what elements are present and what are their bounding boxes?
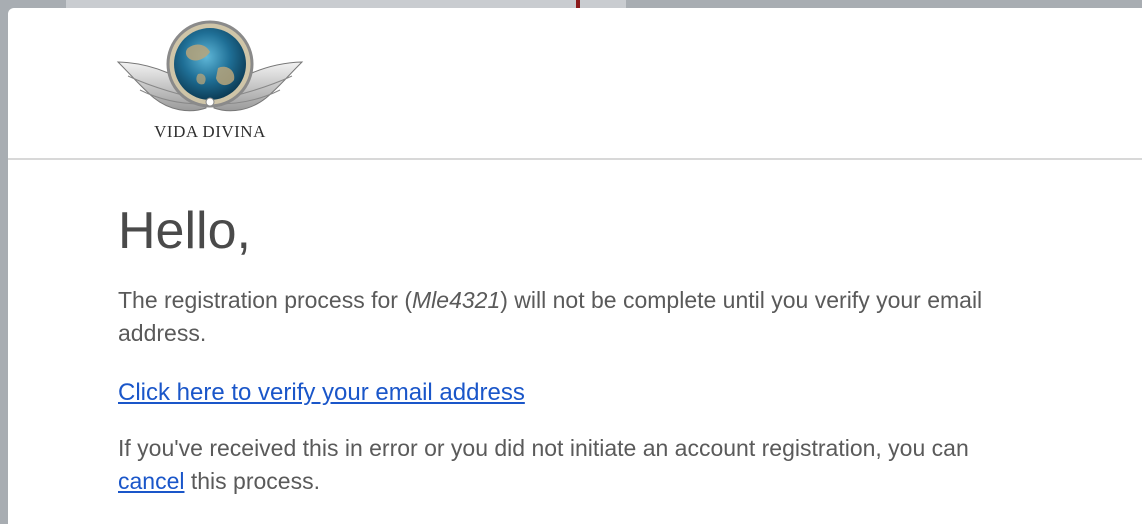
- background-accent: [576, 0, 580, 8]
- vida-divina-logo: VIDA DIVINA: [114, 18, 306, 146]
- registration-message: The registration process for (Mle4321) w…: [118, 284, 1038, 350]
- email-header: VIDA DIVINA: [8, 8, 1142, 160]
- error-text-end: this process.: [184, 468, 320, 494]
- message-text-start: The registration process for (: [118, 287, 413, 313]
- background-strip: [66, 0, 626, 8]
- logo-brand-text: VIDA DIVINA: [154, 122, 266, 141]
- error-text-start: If you've received this in error or you …: [118, 435, 969, 461]
- verify-email-link[interactable]: Click here to verify your email address: [118, 378, 525, 408]
- username: Mle4321: [412, 287, 501, 313]
- winged-globe-icon: [116, 20, 304, 112]
- greeting-heading: Hello,: [118, 202, 251, 260]
- email-card: VIDA DIVINA Hello, The registration proc…: [8, 8, 1142, 524]
- cancel-link[interactable]: cancel: [118, 468, 184, 494]
- email-body: Hello, The registration process for (Mle…: [118, 158, 1038, 498]
- error-message: If you've received this in error or you …: [118, 432, 1038, 498]
